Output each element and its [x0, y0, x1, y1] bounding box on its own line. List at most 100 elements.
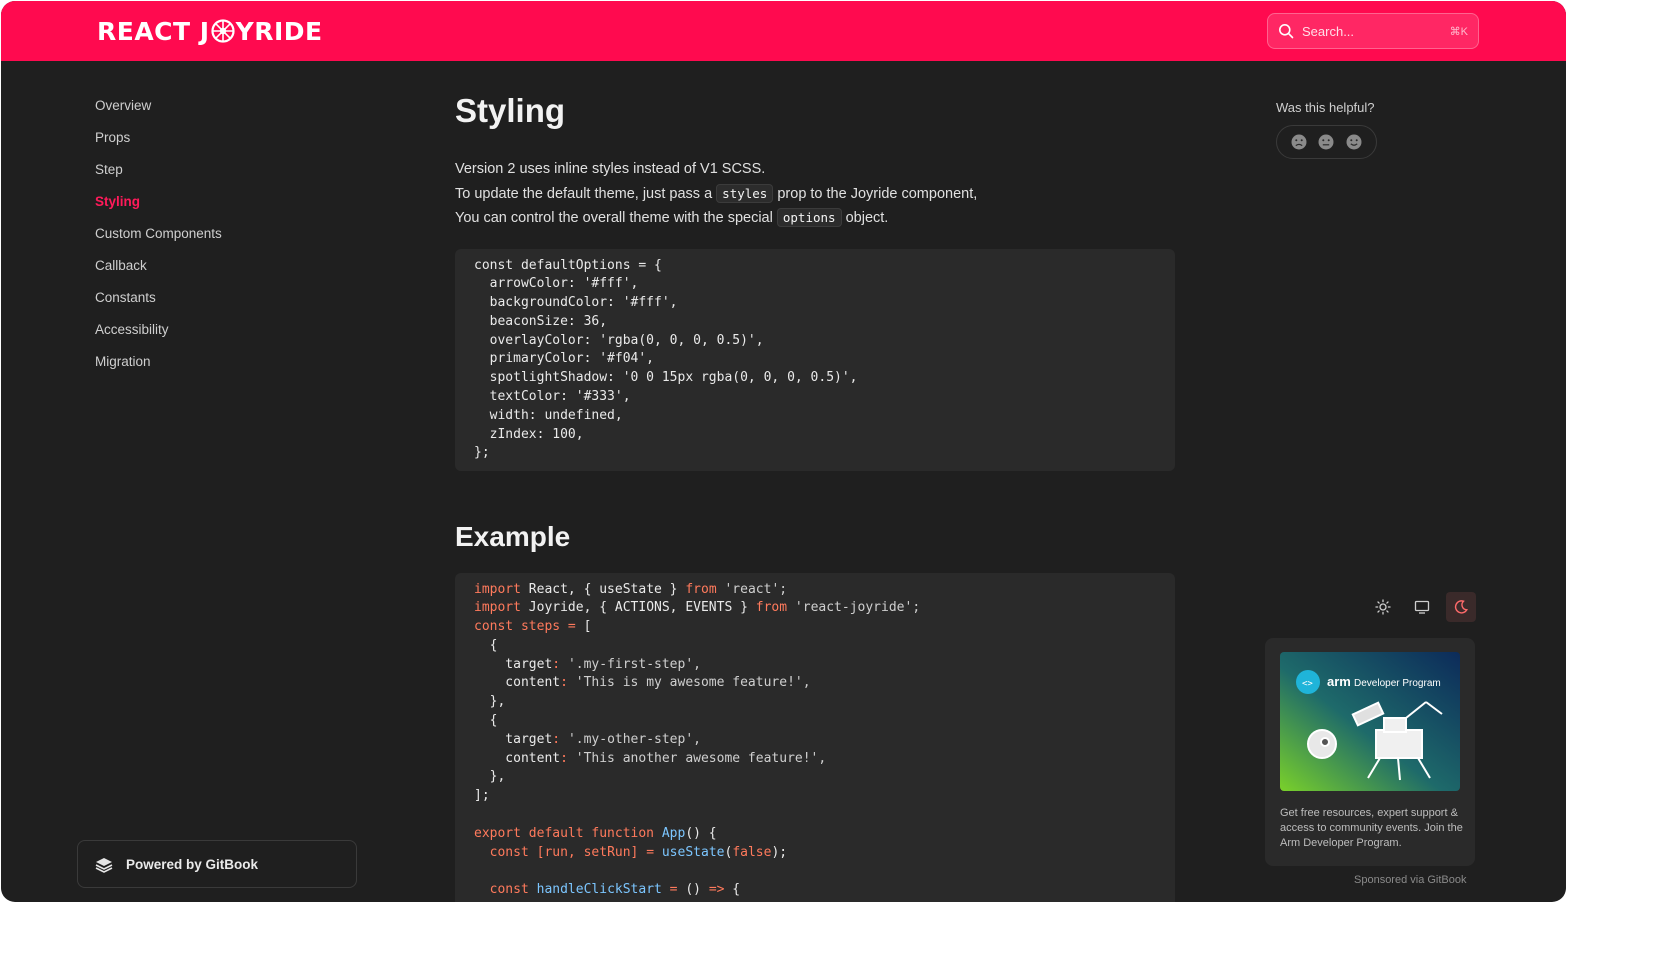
- tok: 'react';: [716, 581, 788, 597]
- code-line: beaconSize: 36,: [474, 313, 608, 329]
- tok: content: [474, 675, 561, 691]
- neutral-face-icon[interactable]: [1317, 133, 1335, 151]
- tok: const: [474, 844, 529, 860]
- ad-program: Developer Program: [1354, 678, 1441, 689]
- page-title: Styling: [455, 92, 566, 129]
- ship-wheel-icon: [210, 19, 235, 43]
- tok: :: [552, 731, 568, 747]
- intro-line-2: To update the default theme, just pass a…: [455, 182, 1175, 207]
- sidebar-item-overview[interactable]: Overview: [95, 95, 355, 127]
- text: object.: [841, 210, 889, 226]
- gitbook-icon: [95, 858, 113, 873]
- tok: const: [474, 882, 529, 898]
- tok: );: [591, 901, 607, 902]
- text: prop to the Joyride component,: [773, 185, 978, 202]
- logo-text-left: REACT J: [97, 16, 210, 46]
- code-line: ];: [474, 788, 490, 804]
- tok: handleClickStart: [528, 882, 662, 898]
- sidebar-item-accessibility[interactable]: Accessibility: [95, 319, 355, 351]
- text: To update the default theme, just pass a: [455, 185, 717, 202]
- tok: Joyride, { ACTIONS, EVENTS }: [520, 600, 756, 616]
- search-icon: [1279, 24, 1294, 39]
- sidebar-item-custom-components[interactable]: Custom Components: [95, 223, 355, 255]
- sidebar-item-constants[interactable]: Constants: [95, 287, 355, 319]
- example-heading: Example: [455, 520, 571, 552]
- theme-switcher: [1368, 592, 1476, 622]
- search-placeholder: Search...: [1302, 23, 1355, 39]
- app-window: REACT J YRIDE Search... ⌘K Overview Prop…: [1, 1, 1566, 902]
- sponsored-link[interactable]: Sponsored via GitBook: [1354, 874, 1467, 886]
- code-line: zIndex: 100,: [474, 426, 584, 442]
- sidebar-item-props[interactable]: Props: [95, 127, 355, 159]
- happy-face-icon[interactable]: [1345, 133, 1363, 151]
- code-line: setRun(true);: [474, 900, 1156, 902]
- tok: :: [552, 656, 568, 672]
- text: You can control the overall theme with t…: [455, 210, 777, 226]
- sponsor-text: Get free resources, expert support & acc…: [1280, 807, 1463, 849]
- sidebar-item-styling[interactable]: Styling: [95, 191, 355, 223]
- tok: =: [560, 619, 576, 635]
- code-line: backgroundColor: '#fff',: [474, 295, 678, 311]
- tok: React, { useState }: [520, 581, 686, 597]
- code-line: import React, { useState } from 'react';: [474, 581, 1156, 600]
- search-input[interactable]: Search... ⌘K: [1267, 13, 1479, 49]
- code-line: arrowColor: '#fff',: [474, 276, 639, 292]
- code-line: const steps = [: [474, 618, 1156, 637]
- tok: {: [724, 882, 741, 898]
- tok: (): [677, 882, 709, 898]
- sidebar-item-migration[interactable]: Migration: [95, 351, 355, 383]
- code-block-default-options[interactable]: const defaultOptions = { arrowColor: '#f…: [455, 248, 1175, 471]
- light-theme-button[interactable]: [1368, 592, 1398, 622]
- moon-icon: [1454, 600, 1468, 614]
- code-line: {: [474, 637, 498, 653]
- sidebar-item-callback[interactable]: Callback: [95, 255, 355, 287]
- tok: export default function: [474, 825, 655, 841]
- sponsor-card[interactable]: <> arm Developer Program Get free resour: [1265, 638, 1475, 866]
- monitor-icon: [1414, 600, 1430, 614]
- code-line: target: '.my-other-step',: [474, 731, 1156, 750]
- tok: '.my-other-step',: [567, 731, 701, 747]
- tok: 'This is my awesome feature!',: [575, 675, 811, 691]
- code-line: ​: [474, 862, 1156, 881]
- tok: 'This another awesome feature!',: [575, 750, 827, 766]
- code-line: width: undefined,: [474, 407, 623, 423]
- sun-icon: [1375, 599, 1391, 615]
- system-theme-button[interactable]: [1407, 592, 1437, 622]
- search-shortcut: ⌘K: [1449, 25, 1468, 38]
- powered-label: Powered by GitBook: [126, 856, 259, 872]
- tok: );: [771, 844, 788, 860]
- tok: =>: [708, 882, 725, 898]
- tok: [run, setRun]: [528, 844, 639, 860]
- tok: import: [474, 581, 521, 597]
- powered-by-gitbook-button[interactable]: Powered by GitBook: [77, 840, 357, 888]
- code-line: const [run, setRun] = useState(false);: [474, 844, 1156, 863]
- tok: true: [560, 901, 591, 902]
- tok: target: [474, 731, 553, 747]
- code-line: {: [474, 713, 498, 729]
- dark-theme-button[interactable]: [1446, 592, 1476, 622]
- intro-line-1: Version 2 uses inline styles instead of …: [455, 161, 766, 177]
- logo-text-right: YRIDE: [235, 16, 323, 46]
- code-line: };: [474, 445, 490, 461]
- sad-face-icon[interactable]: [1290, 133, 1308, 151]
- intro-paragraph: Version 2 uses inline styles instead of …: [455, 157, 1175, 231]
- code-line: },: [474, 694, 506, 710]
- code-line: primaryColor: '#f04',: [474, 351, 655, 367]
- feedback-group: [1276, 125, 1377, 159]
- tok: App: [654, 825, 686, 841]
- inline-code-options: options: [776, 208, 842, 227]
- tok: useState: [654, 844, 725, 860]
- tok: (: [552, 901, 560, 902]
- sidebar-nav: Overview Props Step Styling Custom Compo…: [95, 95, 355, 383]
- code-line: const handleClickStart = () => {: [474, 881, 1156, 900]
- tok: [: [575, 619, 592, 635]
- tok: '.my-first-step',: [567, 656, 701, 672]
- site-logo[interactable]: REACT J YRIDE: [97, 15, 323, 47]
- inline-code-styles: styles: [716, 183, 774, 203]
- helpful-label: Was this helpful?: [1276, 100, 1375, 115]
- code-block-example[interactable]: import React, { useState } from 'react';…: [455, 572, 1175, 902]
- code-line: ​: [474, 806, 1156, 825]
- code-line: import Joyride, { ACTIONS, EVENTS } from…: [474, 599, 1156, 618]
- tok: 'react-joyride';: [787, 600, 921, 616]
- sidebar-item-step[interactable]: Step: [95, 159, 355, 191]
